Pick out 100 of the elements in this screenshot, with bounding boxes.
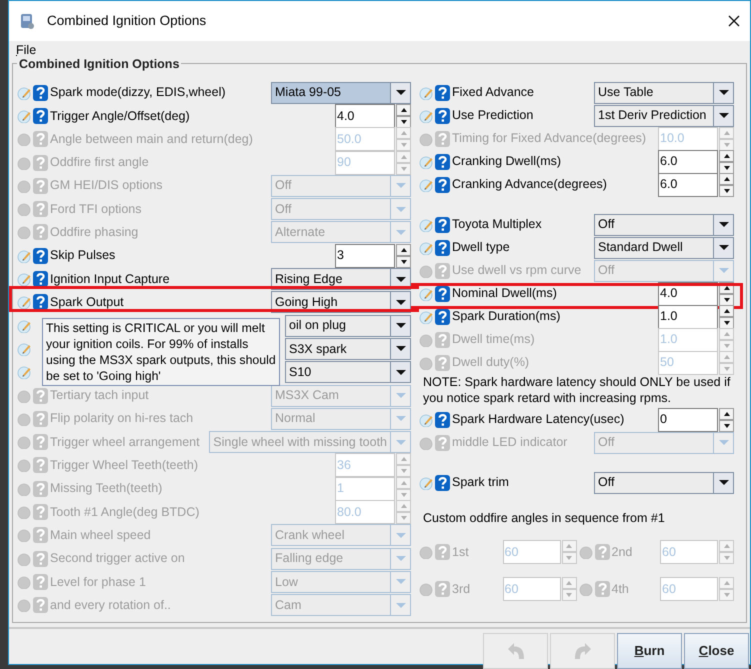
- caret-down-icon: [396, 416, 406, 422]
- field-label: Spark Hardware Latency(usec): [452, 411, 624, 428]
- field-label: Tertiary tach input: [50, 387, 149, 404]
- help-icon[interactable]: [435, 216, 450, 232]
- caret-down-icon: [396, 440, 406, 445]
- help-icon[interactable]: [435, 412, 450, 428]
- caret-down-icon: [718, 90, 728, 95]
- spin-down-button[interactable]: [719, 184, 734, 196]
- dropdown[interactable]: 1st Deriv Prediction: [594, 104, 734, 126]
- field-label: Timing for Fixed Advance(degrees): [452, 130, 646, 148]
- field-label: Spark Output: [50, 294, 124, 311]
- caret-up-icon: [400, 457, 406, 462]
- help-icon[interactable]: [435, 108, 450, 124]
- dialog-button[interactable]: Close: [684, 633, 749, 669]
- spin-up-button[interactable]: [396, 104, 411, 116]
- spin-up-button[interactable]: [396, 244, 411, 256]
- spin-down-button[interactable]: [396, 256, 411, 268]
- caret-up-icon: [724, 286, 730, 290]
- field-label: Fixed Advance: [452, 84, 534, 102]
- dropdown[interactable]: oil on plug: [285, 314, 411, 337]
- field-label: GM HEI/DIS options: [50, 177, 163, 194]
- caret-down-icon: [724, 366, 730, 370]
- number-field[interactable]: 6.0: [658, 172, 718, 196]
- help-icon[interactable]: [33, 271, 48, 288]
- field-label: Nominal Dwell(ms): [452, 285, 557, 302]
- edit-icon[interactable]: [17, 272, 31, 286]
- help-icon[interactable]: [33, 84, 48, 101]
- help-icon[interactable]: [435, 240, 450, 256]
- app-icon: [19, 12, 35, 30]
- help-icon[interactable]: [435, 286, 450, 302]
- help-icon[interactable]: [435, 308, 450, 324]
- field-label: Main wheel speed: [50, 526, 151, 544]
- caret-up-icon: [724, 154, 730, 158]
- spin-down-button[interactable]: [719, 420, 734, 432]
- caret-down-icon: [724, 166, 730, 170]
- dropdown[interactable]: Off: [594, 214, 734, 236]
- dropdown[interactable]: Standard Dwell: [594, 236, 734, 258]
- dropdown[interactable]: Off: [594, 472, 734, 494]
- caret-up-icon: [724, 332, 730, 336]
- dropdown[interactable]: S10: [285, 361, 411, 384]
- dropdown[interactable]: S3X spark: [285, 338, 411, 360]
- caret-down-icon: [400, 143, 406, 148]
- caret-down-icon: [400, 166, 406, 171]
- spin-down-button[interactable]: [719, 316, 734, 328]
- caret-down-icon: [724, 142, 730, 146]
- dropdown[interactable]: Use Table: [594, 82, 734, 104]
- help-icon[interactable]: [435, 176, 450, 192]
- caret-up-icon: [400, 248, 406, 252]
- caret-down-icon: [400, 120, 406, 124]
- field-label: Spark Duration(ms): [452, 308, 560, 326]
- help-icon[interactable]: [33, 108, 48, 124]
- caret-down-icon: [718, 268, 728, 273]
- caret-up-icon: [400, 131, 406, 136]
- help-icon[interactable]: [33, 248, 48, 264]
- help-icon[interactable]: [435, 154, 450, 170]
- spin-up-button[interactable]: [719, 304, 734, 316]
- field-label: Trigger Wheel Teeth(teeth): [50, 457, 198, 474]
- dropdown[interactable]: Miata 99-05: [271, 82, 411, 104]
- spin-down-button[interactable]: [719, 162, 734, 174]
- number-field[interactable]: 0: [658, 408, 718, 432]
- help-icon[interactable]: [33, 294, 48, 310]
- edit-icon[interactable]: [17, 318, 31, 333]
- spin-down-button[interactable]: [396, 116, 411, 128]
- caret-down-icon: [396, 183, 406, 188]
- caret-down-icon: [396, 579, 406, 584]
- field-label: Cranking Advance(degrees): [452, 176, 607, 194]
- caret-down-icon: [396, 556, 406, 562]
- caret-down-icon: [396, 300, 406, 305]
- close-icon[interactable]: [728, 15, 740, 27]
- spin-down-button[interactable]: [719, 294, 734, 306]
- spin-up-button[interactable]: [719, 408, 734, 420]
- caret-up-icon: [566, 544, 572, 548]
- field-label: 4th: [612, 580, 630, 598]
- number-field[interactable]: 6.0: [658, 150, 718, 174]
- caret-down-icon: [724, 298, 730, 302]
- help-icon[interactable]: [435, 474, 450, 490]
- note-text: NOTE: Spark hardware latency should ONLY be used if you notice spark retard with increasing rpms.: [422, 374, 732, 406]
- field-label: Dwell duty(%): [452, 354, 530, 372]
- edit-icon[interactable]: [17, 295, 31, 310]
- number-field[interactable]: 3: [335, 244, 395, 268]
- field-label: Use dwell vs rpm curve: [452, 262, 582, 280]
- caret-down-icon: [718, 245, 728, 250]
- caret-down-icon: [400, 469, 406, 474]
- caret-down-icon: [396, 90, 406, 96]
- caret-down-icon: [718, 113, 728, 118]
- caret-up-icon: [724, 354, 730, 358]
- dialog-button[interactable]: Burn: [617, 633, 682, 669]
- field-label: Spark trim: [452, 474, 509, 492]
- number-field[interactable]: 4.0: [335, 104, 395, 128]
- spin-up-button[interactable]: [719, 172, 734, 184]
- caret-down-icon: [396, 532, 406, 538]
- field-label: Second trigger active on: [50, 550, 185, 568]
- spin-up-button[interactable]: [719, 150, 734, 162]
- edit-icon[interactable]: [17, 342, 31, 356]
- help-icon[interactable]: [435, 84, 450, 100]
- window-title: Combined Ignition Options: [47, 12, 206, 30]
- section-heading: Custom oddfire angles in sequence from #1: [422, 510, 666, 526]
- number-field[interactable]: 1.0: [658, 304, 718, 328]
- caret-down-icon: [396, 323, 406, 328]
- edit-icon[interactable]: [17, 365, 31, 380]
